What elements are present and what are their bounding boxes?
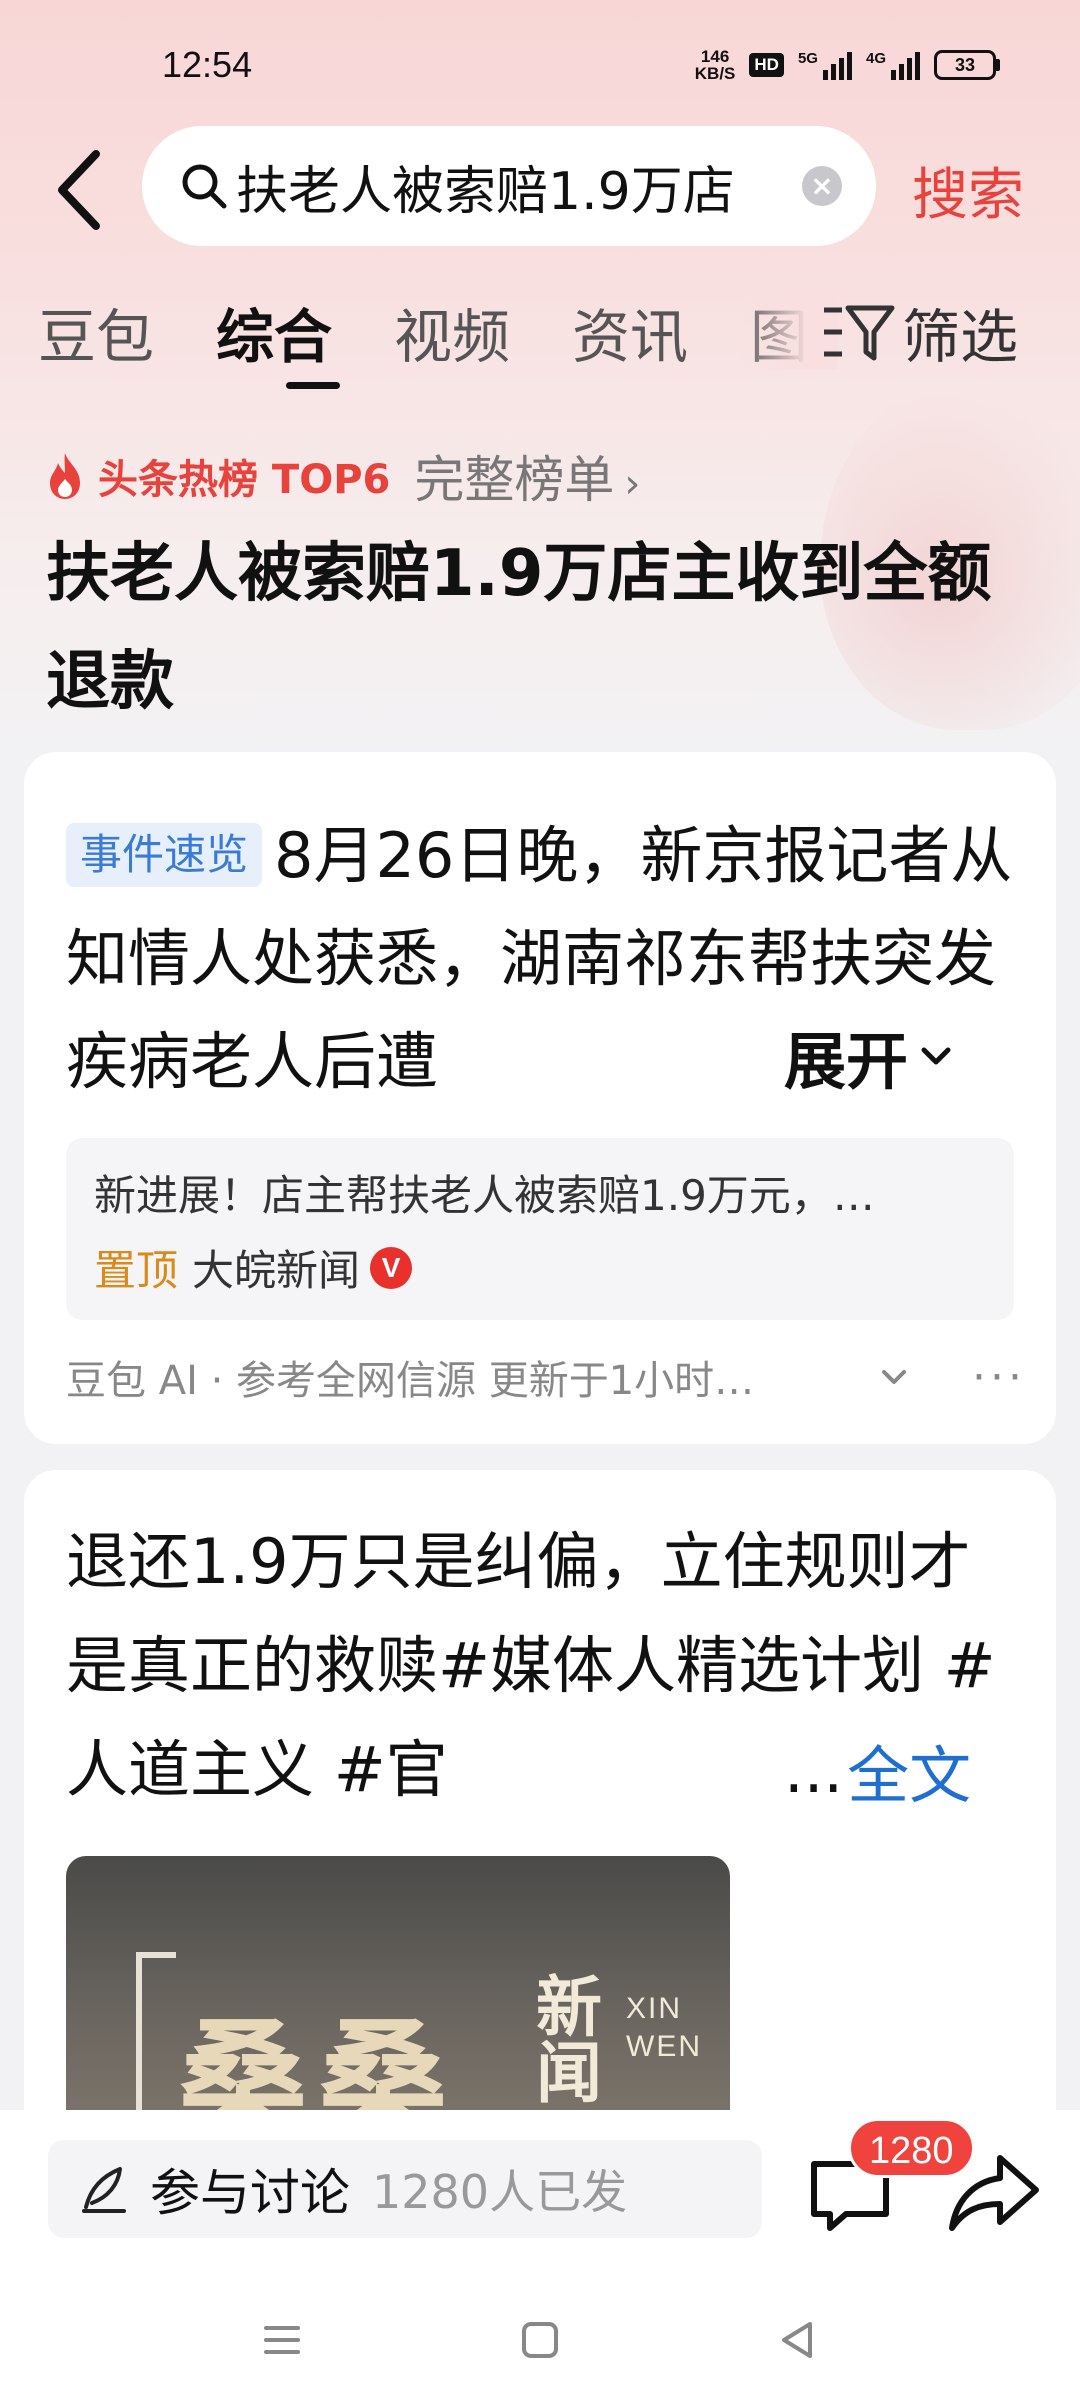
full-text-label: 全文 bbox=[847, 1739, 972, 1812]
battery-level: 33 bbox=[934, 50, 996, 80]
expand-label: 展开 bbox=[784, 1025, 909, 1098]
image-latin: XIN WEN bbox=[626, 1990, 702, 2066]
back-triangle-icon[interactable] bbox=[768, 2310, 828, 2370]
tab-general[interactable]: 综合 bbox=[216, 290, 332, 374]
filter-label: 筛选 bbox=[902, 303, 1019, 371]
signal-5g-label: 5G bbox=[797, 50, 818, 67]
expand-button[interactable]: 展开 bbox=[724, 1006, 957, 1106]
event-tag: 事件速览 bbox=[66, 823, 263, 887]
search-input[interactable]: 扶老人被索赔1.9万店 × bbox=[142, 126, 876, 246]
update-meta: 置顶 大皖新闻 V bbox=[94, 1237, 986, 1298]
network-speed-value: 146 bbox=[700, 47, 730, 66]
source-name: 大皖新闻 bbox=[192, 1246, 361, 1295]
discussion-count: 1280人已发 bbox=[372, 2165, 628, 2219]
signal-4g-icon: 4G bbox=[866, 50, 920, 80]
pen-icon bbox=[82, 2167, 126, 2213]
hot-list-row: 头条热榜 TOP6 完整榜单 › bbox=[44, 440, 640, 512]
status-time: 12:54 bbox=[162, 44, 253, 85]
share-icon[interactable] bbox=[946, 2148, 1042, 2238]
search-button[interactable]: 搜索 bbox=[912, 150, 1024, 231]
image-latin-2: WEN bbox=[626, 2030, 702, 2063]
chevron-right-icon: › bbox=[624, 461, 641, 507]
hot-list-label: 头条热榜 TOP6 bbox=[98, 457, 391, 503]
hot-headline[interactable]: 扶老人被索赔1.9万店主收到全额退款 bbox=[46, 520, 1046, 736]
filter-icon bbox=[824, 305, 895, 361]
network-speed-unit: KB/S bbox=[694, 64, 736, 83]
bottom-action-bar: 参与讨论 1280人已发 1280 bbox=[0, 2110, 1080, 2400]
battery-icon: 33 bbox=[934, 50, 1000, 80]
more-icon[interactable]: ··· bbox=[972, 1352, 1026, 1403]
signal-5g-icon: 5G bbox=[798, 50, 852, 80]
update-text: 新进展！店主帮扶老人被索赔1.9万元，… bbox=[94, 1171, 875, 1220]
hd-badge: HD bbox=[749, 53, 784, 77]
tab-doubao[interactable]: 豆包 bbox=[38, 290, 154, 374]
ai-source-row: 豆包 AI · 参考全网信源 更新于1小时… ··· bbox=[66, 1348, 1026, 1406]
verified-badge-icon: V bbox=[370, 1246, 413, 1289]
filter-button[interactable]: 筛选 bbox=[820, 290, 1018, 374]
update-box[interactable]: 新进展！店主帮扶老人被索赔1.9万元，… 置顶 大皖新闻 V bbox=[66, 1138, 1014, 1320]
chevron-down-icon bbox=[921, 1047, 951, 1065]
ai-source-text: 豆包 AI · 参考全网信源 更新于1小时… bbox=[66, 1358, 755, 1404]
system-nav-bar bbox=[0, 2280, 1080, 2400]
back-arrow-icon bbox=[58, 150, 100, 230]
image-subtitle-2: 闻 bbox=[536, 2034, 602, 2112]
network-speed: 146 KB/S bbox=[695, 48, 736, 82]
battery-tip bbox=[996, 59, 1000, 71]
post-ellipsis: ... bbox=[784, 1733, 844, 1807]
status-bar: 12:54 146 KB/S HD 5G 4G 33 bbox=[0, 0, 1080, 130]
discussion-label: 参与讨论 bbox=[150, 2164, 350, 2222]
full-ranking-label: 完整榜单 bbox=[414, 451, 615, 509]
menu-icon[interactable] bbox=[252, 2310, 312, 2370]
image-subtitle: 新 闻 bbox=[536, 1974, 616, 2106]
full-text-link[interactable]: ... 全文 bbox=[784, 1718, 972, 1822]
clear-icon[interactable]: × bbox=[802, 166, 842, 206]
back-button[interactable] bbox=[44, 140, 114, 240]
chevron-down-icon[interactable] bbox=[876, 1359, 912, 1395]
discussion-input[interactable]: 参与讨论 1280人已发 bbox=[48, 2140, 762, 2238]
image-latin-1: XIN bbox=[626, 1992, 683, 2025]
search-query[interactable]: 扶老人被索赔1.9万店 bbox=[236, 149, 766, 224]
home-icon[interactable] bbox=[510, 2310, 570, 2370]
tab-news[interactable]: 资讯 bbox=[572, 290, 688, 374]
active-tab-indicator bbox=[286, 382, 340, 389]
search-icon bbox=[182, 164, 227, 209]
full-ranking-link[interactable]: 完整榜单 › bbox=[414, 440, 640, 512]
image-subtitle-1: 新 bbox=[536, 1968, 602, 2046]
status-icons: 146 KB/S HD 5G 4G 33 bbox=[695, 48, 1000, 82]
tab-video[interactable]: 视频 bbox=[394, 290, 510, 374]
event-summary-card: 事件速览 8月26日晚，新京报记者从知情人处获悉，湖南祁东帮扶突发疾病老人后遭 展… bbox=[24, 752, 1056, 1444]
signal-4g-label: 4G bbox=[865, 50, 886, 67]
pinned-label: 置顶 bbox=[94, 1246, 179, 1295]
app-screen: 12:54 146 KB/S HD 5G 4G 33 扶老人被索赔1.9万店 ×… bbox=[0, 0, 1080, 2400]
flame-icon bbox=[50, 453, 80, 499]
